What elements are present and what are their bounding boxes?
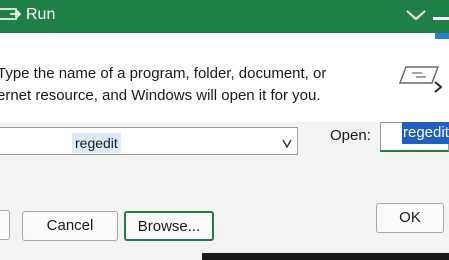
description-line-2: ernet resource, and Windows will open it… [0,87,321,104]
accent-tab [435,33,449,39]
combo-selected-text[interactable]: regedit [72,133,121,153]
arrow-icon [434,81,443,93]
window-title: Run [26,6,56,23]
program-combo-box[interactable] [0,127,298,155]
open-label: Open: [330,127,371,144]
title-bar[interactable]: Run [0,0,449,33]
run-app-icon [0,8,22,20]
title-bar-marker [433,17,449,20]
cancel-button[interactable]: Cancel [22,211,118,241]
browse-button[interactable]: Browse... [124,211,214,241]
description-line-1: Type the name of a program, folder, docu… [0,65,327,82]
open-input-selected-text[interactable]: regedit [402,122,449,144]
run-dialog: Run Type the name of a program, folder, … [0,0,449,260]
dialog-description: Type the name of a program, folder, docu… [0,63,357,107]
ok-button[interactable]: OK [376,203,444,233]
partial-button[interactable] [0,210,10,240]
dropdown-arrow-icon[interactable] [281,136,293,150]
taskbar-edge [202,253,449,260]
chevron-down-icon[interactable] [405,8,427,22]
